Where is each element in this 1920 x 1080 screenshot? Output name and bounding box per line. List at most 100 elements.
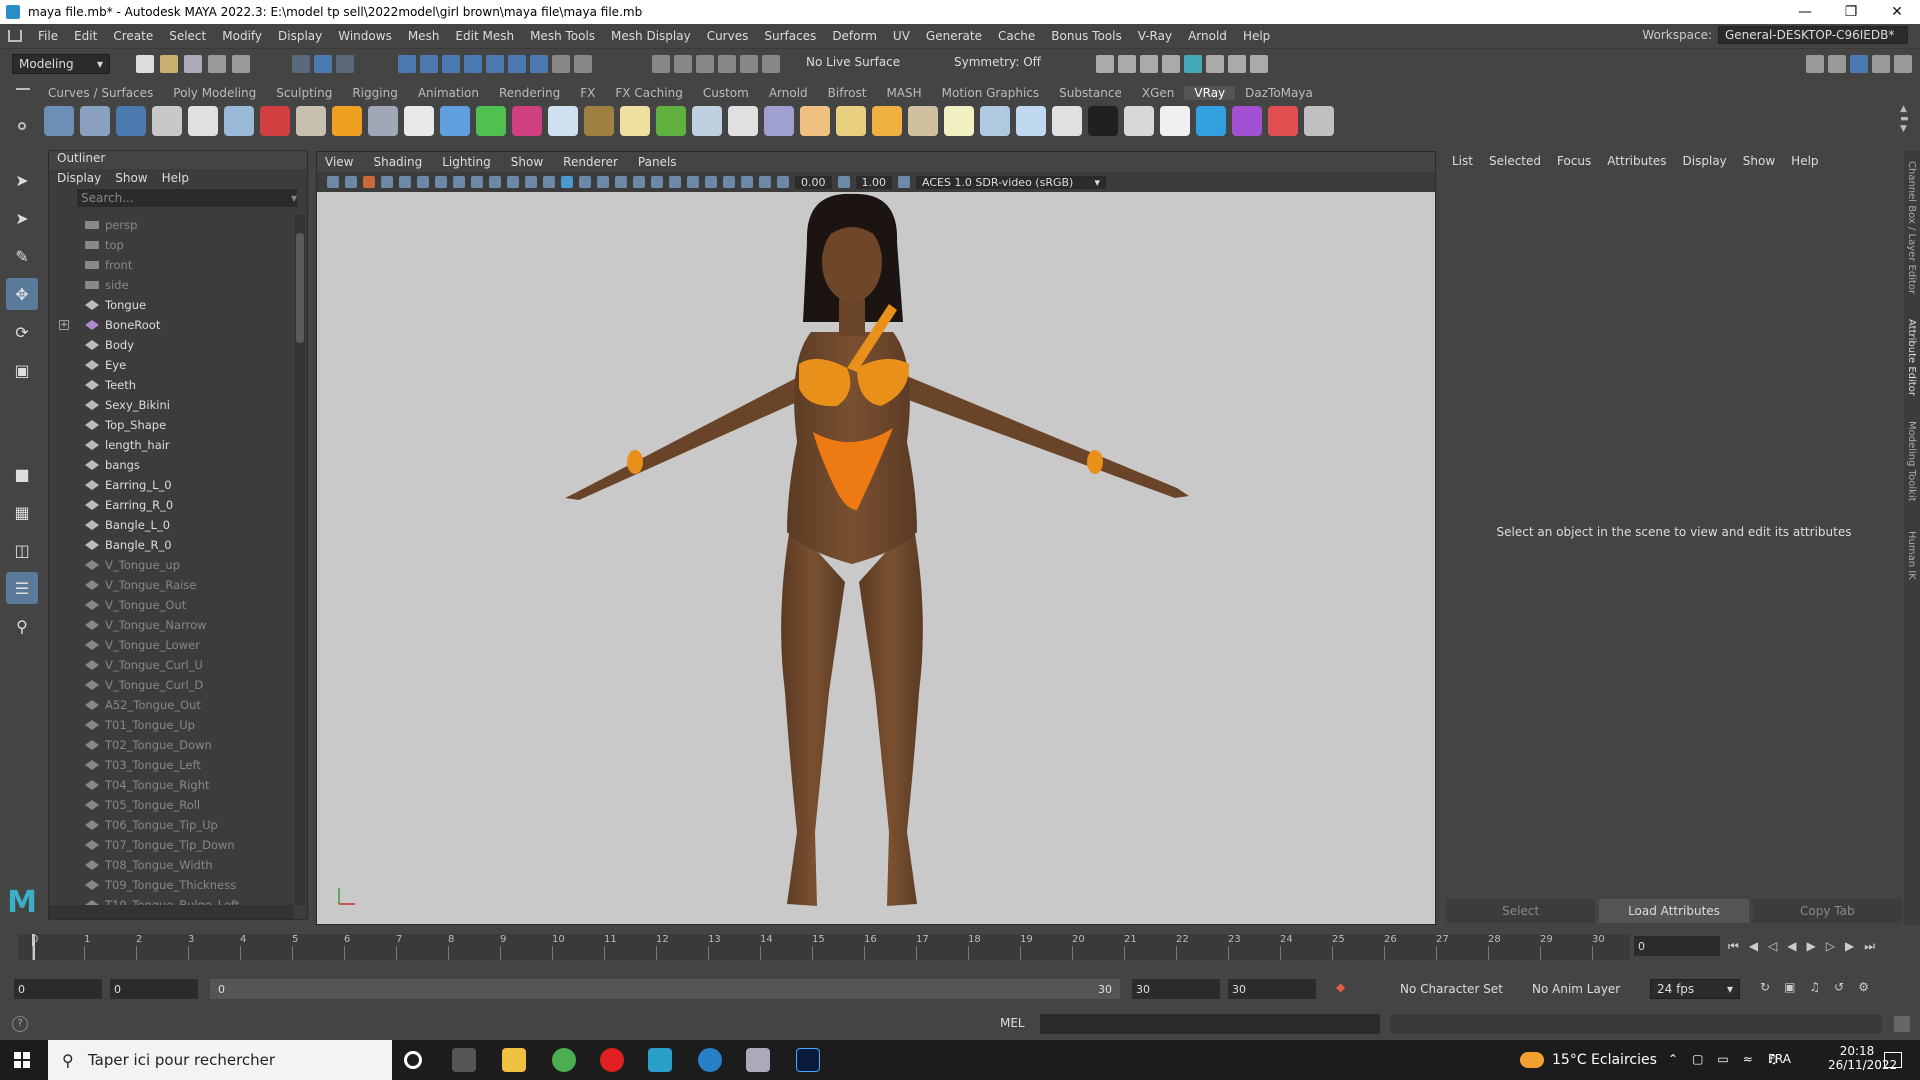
- attribute-menu-help[interactable]: Help: [1791, 154, 1818, 168]
- menu-item-surfaces[interactable]: Surfaces: [756, 29, 824, 43]
- chevron-up-icon[interactable]: ⌃: [1668, 1052, 1678, 1066]
- clock[interactable]: 20:18 26/11/2022: [1828, 1044, 1897, 1072]
- shelf-tool-icon[interactable]: [440, 106, 470, 136]
- paint-select-tool-icon[interactable]: ✎: [6, 240, 38, 272]
- meet-now-icon[interactable]: ▢: [1692, 1052, 1703, 1066]
- shelf-tool-icon[interactable]: [44, 106, 74, 136]
- outliner-item[interactable]: Bangle_R_0: [49, 535, 293, 555]
- current-frame-field[interactable]: 0: [1634, 936, 1720, 956]
- chevron-down-icon[interactable]: ▾: [291, 191, 297, 205]
- select-object-icon[interactable]: [314, 55, 332, 73]
- shelf-tool-icon[interactable]: [188, 106, 218, 136]
- shelf-tool-icon[interactable]: [872, 106, 902, 136]
- outliner-item[interactable]: T02_Tongue_Down: [49, 735, 293, 755]
- outliner-item[interactable]: Sexy_Bikini: [49, 395, 293, 415]
- tool-settings-toggle-icon[interactable]: [1850, 55, 1868, 73]
- shelf-tool-icon[interactable]: [296, 106, 326, 136]
- 3d-viewport[interactable]: [317, 192, 1435, 924]
- shelf-tool-icon[interactable]: [152, 106, 182, 136]
- notifications-icon[interactable]: [1884, 1052, 1902, 1068]
- bookmark-icon[interactable]: [363, 176, 375, 188]
- menu-item-v-ray[interactable]: V-Ray: [1130, 29, 1180, 43]
- xray-icon[interactable]: [723, 176, 735, 188]
- live-surface-field[interactable]: No Live Surface: [806, 55, 900, 69]
- menu-item-create[interactable]: Create: [105, 29, 161, 43]
- channel-box-toggle-icon[interactable]: [1872, 55, 1890, 73]
- grid-icon[interactable]: [435, 176, 447, 188]
- select-component-icon[interactable]: [336, 55, 354, 73]
- shelf-tab-custom[interactable]: Custom: [693, 86, 759, 100]
- outliner-menu-help[interactable]: Help: [162, 171, 189, 185]
- outliner-item[interactable]: T10_Tongue_Bulge_Left: [49, 895, 293, 905]
- windows-start-icon[interactable]: [14, 1052, 30, 1068]
- viewport-menu-shading[interactable]: Shading: [373, 155, 422, 169]
- outliner-item[interactable]: length_hair: [49, 435, 293, 455]
- vray-settings-icon[interactable]: [1206, 55, 1224, 73]
- attribute-menu-display[interactable]: Display: [1683, 154, 1727, 168]
- go-to-start-icon[interactable]: ⏮: [1728, 939, 1739, 954]
- ipr-icon[interactable]: [1118, 55, 1136, 73]
- outliner-item[interactable]: T09_Tongue_Thickness: [49, 875, 293, 895]
- menuset-dropdown[interactable]: Modeling ▾: [12, 54, 110, 74]
- lock-icon[interactable]: [552, 55, 570, 73]
- restore-button[interactable]: ❐: [1828, 0, 1874, 24]
- display-icon[interactable]: ▭: [1717, 1052, 1728, 1066]
- step-back-key-icon[interactable]: ◀: [1749, 939, 1758, 953]
- film-gate-icon[interactable]: [453, 176, 465, 188]
- search-icon[interactable]: ⚲: [6, 610, 38, 642]
- workspace-dropdown[interactable]: General-DESKTOP-C96IEDB*: [1718, 26, 1908, 44]
- mask-icon-1[interactable]: [398, 55, 416, 73]
- outliner-item[interactable]: T06_Tongue_Tip_Up: [49, 815, 293, 835]
- menu-item-windows[interactable]: Windows: [330, 29, 400, 43]
- script-editor-icon[interactable]: [1894, 1016, 1910, 1032]
- gate-mask-icon[interactable]: [489, 176, 501, 188]
- outliner-item[interactable]: T03_Tongue_Left: [49, 755, 293, 775]
- shelf-tab-arnold[interactable]: Arnold: [759, 86, 818, 100]
- four-view-layout-icon[interactable]: ▦: [6, 496, 38, 528]
- shelf-tab-motion-graphics[interactable]: Motion Graphics: [932, 86, 1050, 100]
- field-chart-icon[interactable]: [507, 176, 519, 188]
- viewport-menu-renderer[interactable]: Renderer: [563, 155, 618, 169]
- photoshop-icon[interactable]: [796, 1048, 820, 1072]
- vray-tool-icon[interactable]: [1228, 55, 1246, 73]
- outliner-item[interactable]: Earring_R_0: [49, 495, 293, 515]
- shelf-tool-icon[interactable]: [836, 106, 866, 136]
- shelf-tool-icon[interactable]: [1232, 106, 1262, 136]
- go-to-end-icon[interactable]: ⏭: [1864, 939, 1875, 954]
- shelf-scroll-arrows[interactable]: ▲ ▬ ▼: [1900, 104, 1910, 134]
- menu-item-select[interactable]: Select: [161, 29, 214, 43]
- use-lights-icon[interactable]: [615, 176, 627, 188]
- shadows-icon[interactable]: [633, 176, 645, 188]
- outliner-item[interactable]: Top_Shape: [49, 415, 293, 435]
- shelf-tool-icon[interactable]: [368, 106, 398, 136]
- ccleaner-icon[interactable]: [698, 1048, 722, 1072]
- viewport-menu-panels[interactable]: Panels: [638, 155, 677, 169]
- smooth-shade-icon[interactable]: [561, 176, 573, 188]
- shelf-tab-xgen[interactable]: XGen: [1132, 86, 1185, 100]
- outliner-item[interactable]: top: [49, 235, 293, 255]
- shelf-tool-icon[interactable]: [1016, 106, 1046, 136]
- cortana-icon[interactable]: [404, 1051, 422, 1069]
- shelf-tool-icon[interactable]: [476, 106, 506, 136]
- render-settings-icon[interactable]: [1140, 55, 1158, 73]
- shelf-tool-icon[interactable]: [548, 106, 578, 136]
- outliner-search-input[interactable]: Search... ▾: [77, 189, 297, 207]
- shelf-tab-bifrost[interactable]: Bifrost: [818, 86, 877, 100]
- menu-item-arnold[interactable]: Arnold: [1180, 29, 1235, 43]
- snap-icon[interactable]: [574, 55, 592, 73]
- shelf-options-gear-icon[interactable]: [18, 122, 26, 130]
- outliner-item[interactable]: V_Tongue_Curl_U: [49, 655, 293, 675]
- menu-item-bonus-tools[interactable]: Bonus Tools: [1043, 29, 1129, 43]
- shelf-tab-curves-surfaces[interactable]: Curves / Surfaces: [38, 86, 163, 100]
- save-scene-icon[interactable]: [184, 55, 202, 73]
- outliner-item[interactable]: persp: [49, 215, 293, 235]
- shelf-tool-icon[interactable]: [1088, 106, 1118, 136]
- outliner-item[interactable]: Tongue: [49, 295, 293, 315]
- open-scene-icon[interactable]: [160, 55, 178, 73]
- safe-action-icon[interactable]: [525, 176, 537, 188]
- attribute-menu-attributes[interactable]: Attributes: [1607, 154, 1666, 168]
- resolution-gate-icon[interactable]: [471, 176, 483, 188]
- isolate-select-icon[interactable]: [705, 176, 717, 188]
- redo-icon[interactable]: [232, 55, 250, 73]
- load-attributes-button[interactable]: Load Attributes: [1599, 899, 1749, 923]
